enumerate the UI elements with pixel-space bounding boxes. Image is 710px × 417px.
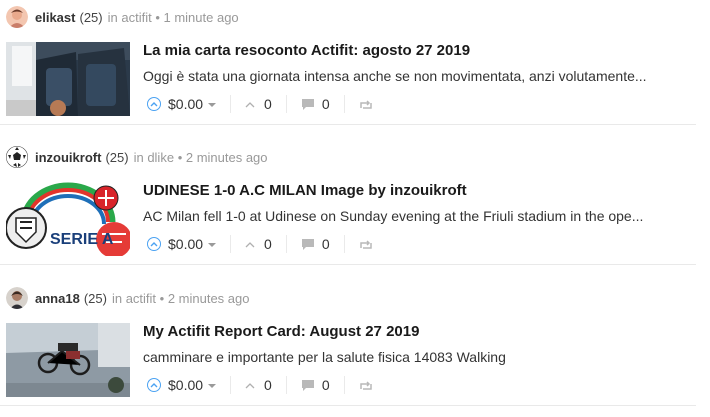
post-excerpt[interactable]: camminare e importante per la salute fis…: [143, 349, 696, 365]
author-name[interactable]: elikast: [35, 10, 75, 25]
post-title[interactable]: La mia carta resoconto Actifit: agosto 2…: [143, 42, 470, 59]
post-item-2: inzouikroft (25) in dlike • 2 minutes ag…: [0, 146, 710, 276]
post-actions: $0.00 0 0: [147, 94, 372, 114]
author-avatar[interactable]: [6, 146, 28, 168]
payout-value[interactable]: $0.00: [168, 377, 203, 393]
post-divider: [0, 124, 696, 125]
post-title[interactable]: UDINESE 1-0 A.C MILAN Image by inzouikro…: [143, 182, 467, 199]
dropdown-caret-icon[interactable]: [208, 103, 217, 107]
post-item-3: anna18 (25) in actifit • 2 minutes ago M…: [0, 287, 710, 417]
divider: [285, 235, 287, 253]
author-avatar[interactable]: [6, 287, 28, 309]
post-category[interactable]: actifit: [121, 10, 151, 25]
post-divider: [0, 405, 696, 406]
post-thumbnail[interactable]: [6, 323, 130, 397]
in-label: in: [111, 290, 123, 306]
author-name[interactable]: inzouikroft: [35, 150, 101, 165]
divider: [285, 95, 287, 113]
in-label: in: [107, 9, 118, 25]
divider: [230, 376, 232, 394]
upvote-icon[interactable]: [147, 378, 161, 392]
post-title[interactable]: My Actifit Report Card: August 27 2019: [143, 323, 419, 340]
reblog-icon[interactable]: [359, 99, 372, 110]
upvote-icon[interactable]: [147, 97, 161, 111]
divider: [343, 95, 345, 113]
post-thumbnail[interactable]: [6, 42, 130, 116]
author-reputation: (25): [83, 290, 107, 306]
post-time: • 2 minutes ago: [159, 290, 250, 306]
comment-count[interactable]: 0: [322, 96, 330, 112]
comment-icon[interactable]: [301, 379, 315, 392]
post-header: anna18 (25) in actifit • 2 minutes ago: [6, 287, 249, 309]
post-excerpt[interactable]: AC Milan fell 1-0 at Udinese on Sunday e…: [143, 208, 696, 224]
post-category[interactable]: dlike: [147, 150, 174, 165]
post-time: • 2 minutes ago: [177, 149, 268, 165]
vote-count[interactable]: 0: [264, 96, 272, 112]
reblog-icon[interactable]: [359, 380, 372, 391]
upvote-icon[interactable]: [147, 237, 161, 251]
post-header: elikast (25) in actifit • 1 minute ago: [6, 6, 239, 28]
dropdown-caret-icon[interactable]: [208, 384, 217, 388]
post-item-1: elikast (25) in actifit • 1 minute ago L…: [0, 6, 710, 136]
divider: [343, 376, 345, 394]
reblog-icon[interactable]: [359, 239, 372, 250]
post-actions: $0.00 0 0: [147, 375, 372, 395]
comment-count[interactable]: 0: [322, 377, 330, 393]
post-feed: elikast (25) in actifit • 1 minute ago L…: [0, 0, 710, 408]
divider: [343, 235, 345, 253]
post-actions: $0.00 0 0: [147, 234, 372, 254]
post-header: inzouikroft (25) in dlike • 2 minutes ag…: [6, 146, 268, 168]
post-time: • 1 minute ago: [155, 9, 239, 25]
divider: [230, 235, 232, 253]
post-excerpt[interactable]: Oggi è stata una giornata intensa anche …: [143, 68, 696, 84]
payout-value[interactable]: $0.00: [168, 236, 203, 252]
chevron-up-icon[interactable]: [245, 241, 255, 248]
post-divider: [0, 264, 696, 265]
divider: [285, 376, 287, 394]
payout-value[interactable]: $0.00: [168, 96, 203, 112]
post-category[interactable]: actifit: [126, 291, 156, 306]
comment-icon[interactable]: [301, 98, 315, 111]
divider: [230, 95, 232, 113]
chevron-up-icon[interactable]: [245, 382, 255, 389]
in-label: in: [133, 149, 144, 165]
vote-count[interactable]: 0: [264, 377, 272, 393]
dropdown-caret-icon[interactable]: [208, 243, 217, 247]
post-thumbnail[interactable]: SERIE A: [6, 182, 130, 256]
comment-count[interactable]: 0: [322, 236, 330, 252]
thumbnail-text: SERIE A: [50, 231, 114, 248]
author-name[interactable]: anna18: [35, 291, 80, 306]
author-avatar[interactable]: [6, 6, 28, 28]
author-reputation: (25): [105, 149, 129, 165]
chevron-up-icon[interactable]: [245, 101, 255, 108]
vote-count[interactable]: 0: [264, 236, 272, 252]
author-reputation: (25): [79, 9, 103, 25]
comment-icon[interactable]: [301, 238, 315, 251]
